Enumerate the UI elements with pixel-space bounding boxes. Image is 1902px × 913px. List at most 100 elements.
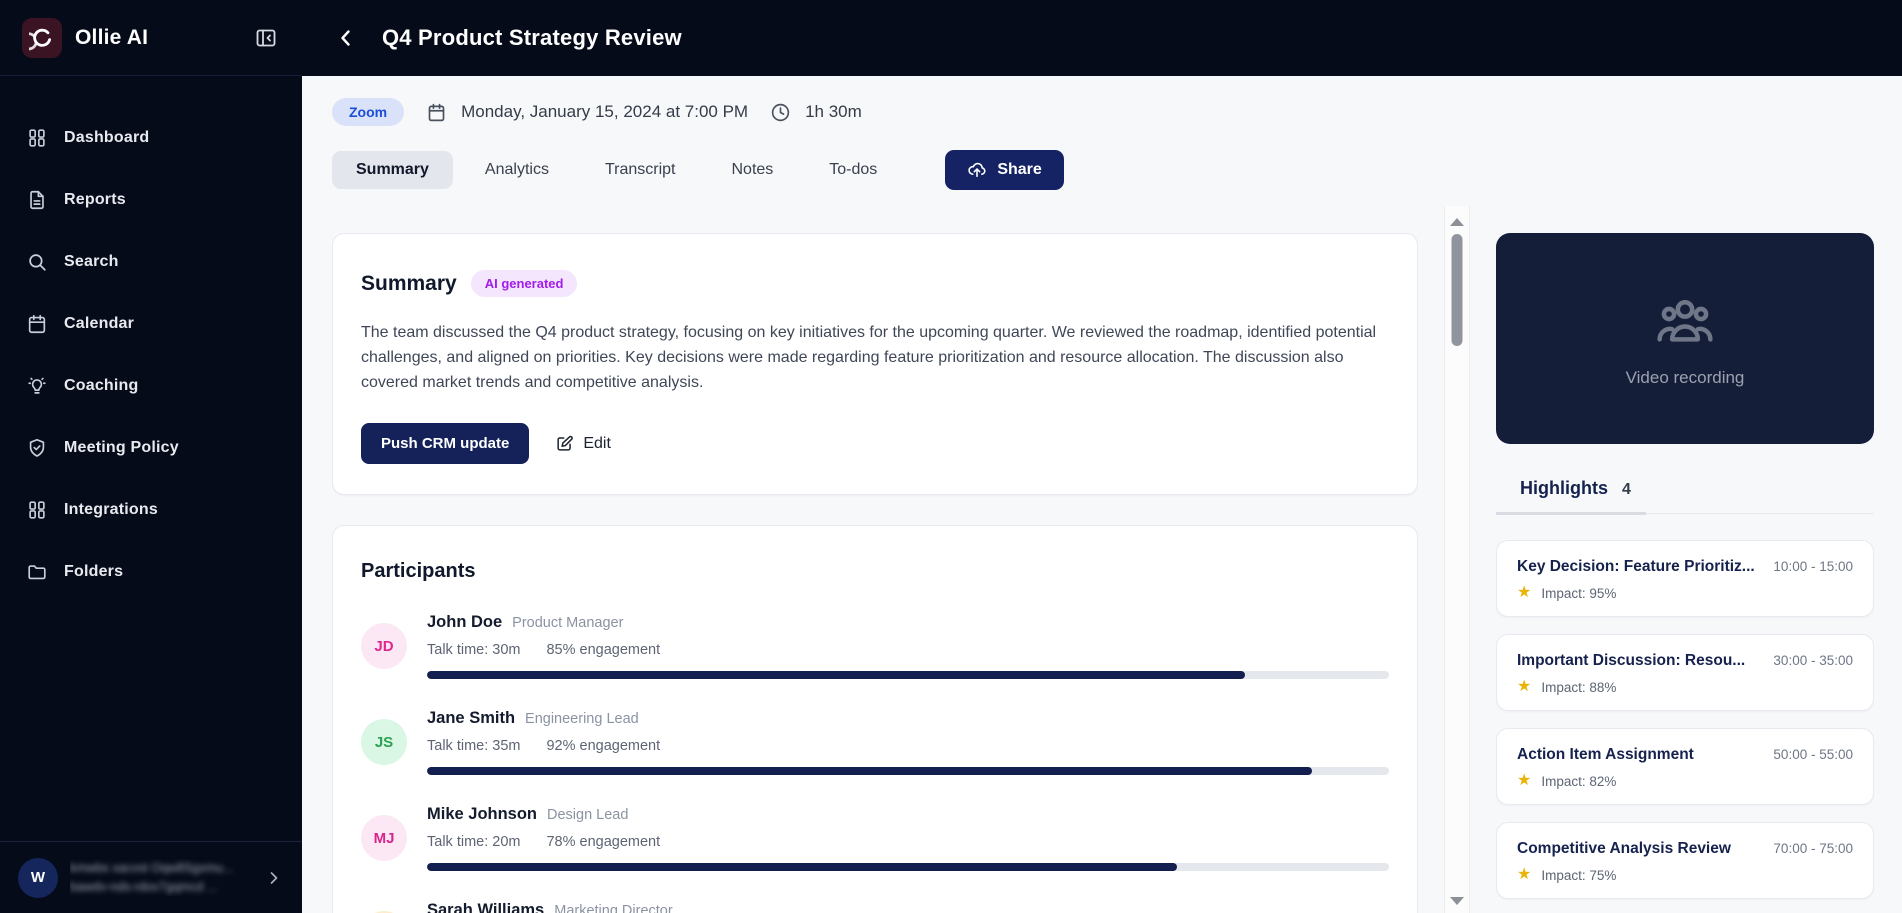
scroll-up-arrow-icon[interactable] [1450, 218, 1464, 226]
sidebar-item-search[interactable]: Search [14, 238, 288, 286]
chevron-left-icon [334, 26, 358, 50]
tabs-row: SummaryAnalyticsTranscriptNotesTo-dos Sh… [332, 150, 1902, 190]
sidebar-nav: Dashboard Reports Search Calendar Coaching Me… [0, 76, 302, 596]
brand-name: Ollie AI [75, 26, 252, 50]
highlight-card[interactable]: Competitive Analysis Review 70:00 - 75:00… [1496, 822, 1874, 899]
right-panel: Video recording Highlights 4 Key Decisio… [1496, 206, 1874, 913]
sidebar-item-integrations[interactable]: Integrations [14, 486, 288, 534]
bulb-icon [26, 375, 48, 397]
tab-to-dos[interactable]: To-dos [805, 151, 901, 189]
share-label: Share [997, 161, 1041, 179]
highlight-time-range: 30:00 - 35:00 [1773, 653, 1853, 668]
participant-row: JDJohn DoeProduct ManagerTalk time: 30m8… [361, 613, 1389, 679]
sidebar-item-meeting-policy[interactable]: Meeting Policy [14, 424, 288, 472]
sidebar-item-calendar[interactable]: Calendar [14, 300, 288, 348]
push-crm-update-button[interactable]: Push CRM update [361, 423, 529, 464]
tab-analytics[interactable]: Analytics [461, 151, 573, 189]
vertical-scrollbar[interactable] [1444, 206, 1470, 913]
tab-notes[interactable]: Notes [707, 151, 797, 189]
highlight-card[interactable]: Action Item Assignment50:00 - 55:00★Impa… [1496, 728, 1874, 805]
calendar-icon [26, 313, 48, 335]
participant-row: SWSarah WilliamsMarketing DirectorTalk t… [361, 901, 1389, 913]
avatar: JD [361, 623, 407, 669]
app-logo-icon [22, 18, 62, 58]
engagement: 78% engagement [546, 834, 660, 850]
talk-time: Talk time: 35m [427, 738, 520, 754]
star-icon: ★ [1517, 585, 1531, 601]
scrollbar-thumb[interactable] [1452, 234, 1463, 346]
highlight-list: Key Decision: Feature Prioritiz...10:00 … [1496, 540, 1874, 899]
participant-name: John Doe [427, 613, 502, 632]
user-menu[interactable]: W kmwbs xacvst Oqw8Sgxmu... bawdv-nds-rd… [0, 841, 302, 913]
meeting-duration: 1h 30m [805, 102, 862, 122]
main-area: Zoom Monday, January 15, 2024 at 7:00 PM… [302, 76, 1902, 913]
share-button[interactable]: Share [945, 150, 1063, 190]
avatar: MJ [361, 815, 407, 861]
highlight-title: Important Discussion: Resou... [1517, 652, 1767, 670]
folder-icon [26, 561, 48, 583]
sidebar-item-label: Reports [64, 191, 126, 209]
sidebar-collapse-button[interactable] [252, 24, 280, 52]
participant-name: Sarah Williams [427, 901, 544, 913]
participants-title: Participants [361, 560, 1389, 583]
talk-time: Talk time: 20m [427, 834, 520, 850]
engagement-bar-track [427, 671, 1389, 679]
sidebar: Ollie AI Dashboard Reports Search Calendar C… [0, 0, 302, 913]
highlight-time-range: 10:00 - 15:00 [1773, 559, 1853, 574]
tab-transcript[interactable]: Transcript [581, 151, 700, 189]
talk-time: Talk time: 30m [427, 642, 520, 658]
user-info: kmwbs xacvst Oqw8Sgxmu... bawdv-nds-rdov… [70, 859, 252, 897]
edit-button[interactable]: Edit [555, 434, 611, 453]
highlight-impact: Impact: 95% [1541, 586, 1616, 601]
file-text-icon [26, 189, 48, 211]
participant-row: MJMike JohnsonDesign LeadTalk time: 20m7… [361, 805, 1389, 871]
sidebar-item-label: Search [64, 253, 119, 271]
people-group-icon [1653, 290, 1717, 354]
edit-label: Edit [583, 435, 611, 453]
clock-icon [770, 102, 791, 123]
sidebar-item-label: Coaching [64, 377, 139, 395]
participant-role: Engineering Lead [525, 711, 639, 727]
engagement-bar-fill [427, 863, 1177, 871]
pencil-edit-icon [555, 434, 574, 453]
sidebar-item-label: Calendar [64, 315, 134, 333]
participant-list: JDJohn DoeProduct ManagerTalk time: 30m8… [361, 613, 1389, 913]
scroll-down-arrow-icon[interactable] [1450, 897, 1464, 905]
panel-collapse-icon [254, 26, 278, 50]
highlight-card[interactable]: Key Decision: Feature Prioritiz...10:00 … [1496, 540, 1874, 617]
highlight-title: Competitive Analysis Review [1517, 840, 1767, 858]
sidebar-item-label: Folders [64, 563, 123, 581]
highlight-impact: Impact: 82% [1541, 774, 1616, 789]
tab-summary[interactable]: Summary [332, 151, 453, 189]
sidebar-item-dashboard[interactable]: Dashboard [14, 114, 288, 162]
highlights-header: Highlights 4 [1496, 478, 1874, 514]
calendar-icon [426, 102, 447, 123]
avatar: JS [361, 719, 407, 765]
engagement-bar-track [427, 863, 1389, 871]
sidebar-item-label: Dashboard [64, 129, 149, 147]
sidebar-item-reports[interactable]: Reports [14, 176, 288, 224]
back-button[interactable] [330, 22, 362, 54]
shield-check-icon [26, 437, 48, 459]
highlight-impact: Impact: 88% [1541, 680, 1616, 695]
participant-name: Mike Johnson [427, 805, 537, 824]
highlight-time-range: 70:00 - 75:00 [1773, 841, 1853, 856]
sidebar-header: Ollie AI [0, 0, 302, 76]
highlight-card[interactable]: Important Discussion: Resou... 30:00 - 35… [1496, 634, 1874, 711]
platform-badge: Zoom [332, 98, 404, 126]
summary-text: The team discussed the Q4 product strate… [361, 321, 1389, 395]
highlight-title: Action Item Assignment [1517, 746, 1767, 764]
star-icon: ★ [1517, 867, 1531, 883]
chevron-right-icon [264, 868, 284, 888]
highlights-count: 4 [1622, 481, 1631, 499]
participant-row: JS Jane Smith Engineering Lead Talk time: 3… [361, 709, 1389, 775]
sidebar-item-folders[interactable]: Folders [14, 548, 288, 596]
highlight-time-range: 50:00 - 55:00 [1773, 747, 1853, 762]
grid-icon [26, 499, 48, 521]
participant-name: Jane Smith [427, 709, 515, 728]
engagement-bar-track [427, 767, 1389, 775]
summary-card: Summary AI generated The team discussed … [332, 233, 1418, 495]
sidebar-item-coaching[interactable]: Coaching [14, 362, 288, 410]
highlights-title: Highlights [1520, 478, 1608, 499]
video-recording-card[interactable]: Video recording [1496, 233, 1874, 444]
